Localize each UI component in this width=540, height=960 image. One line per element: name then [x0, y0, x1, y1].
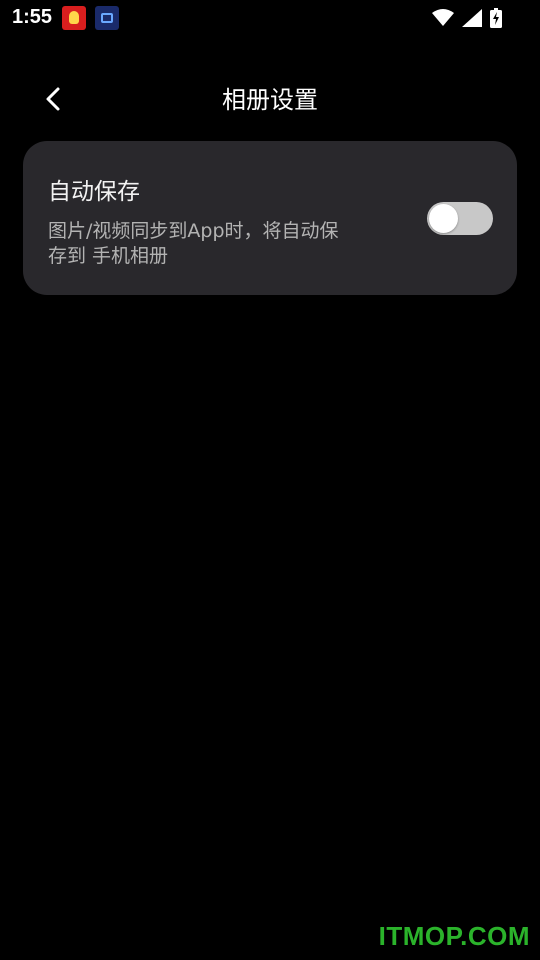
header: 相册设置: [0, 70, 540, 120]
auto-save-description-line2: 存到 手机相册: [48, 245, 169, 267]
wifi-icon: [432, 9, 454, 27]
auto-save-description: 图片/视频同步到App时，将自动保 存到 手机相册: [48, 219, 388, 269]
auto-save-toggle[interactable]: [427, 202, 493, 235]
auto-save-title: 自动保存: [48, 179, 140, 205]
auto-save-description-line1: 图片/视频同步到App时，将自动保: [48, 220, 339, 242]
battery-charging-icon: [490, 8, 502, 28]
app-notification-icon-2: [95, 6, 119, 30]
page-title: 相册设置: [222, 86, 318, 114]
status-time: 1:55: [12, 6, 53, 28]
watermark: ITMOP.COM: [378, 921, 530, 951]
toggle-knob: [429, 204, 458, 233]
status-bar: 1:55: [0, 0, 540, 36]
auto-save-setting-card: 自动保存 图片/视频同步到App时，将自动保 存到 手机相册: [23, 141, 517, 295]
signal-icon: [462, 9, 482, 27]
status-indicators: [432, 6, 502, 30]
app-notification-icon: [62, 6, 86, 30]
